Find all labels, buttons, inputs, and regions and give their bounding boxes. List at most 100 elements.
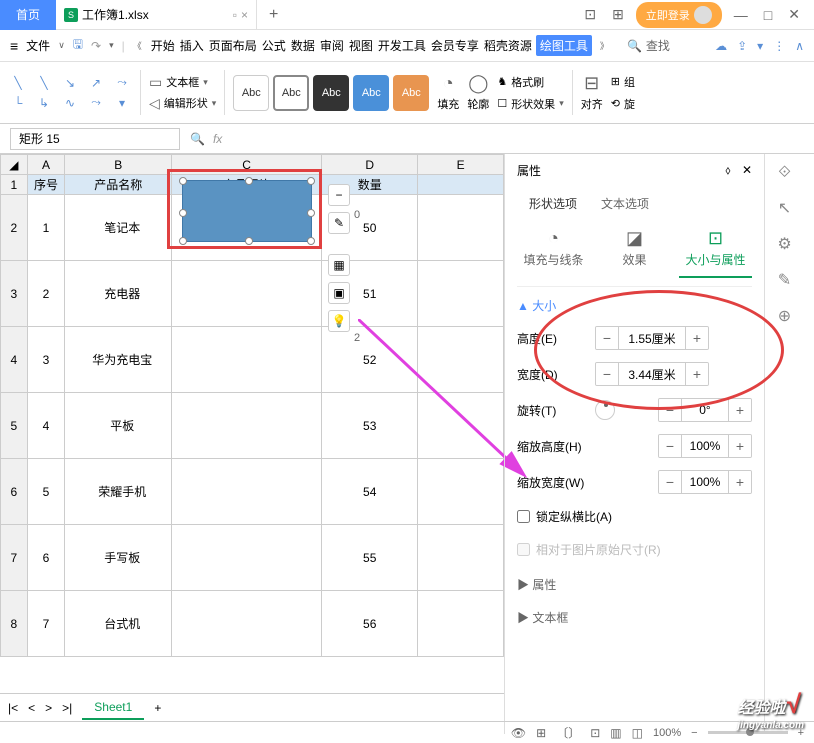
row-3[interactable]: 3 [1, 261, 28, 327]
resize-handle[interactable] [245, 237, 253, 245]
header-seq[interactable]: 序号 [27, 175, 64, 195]
lock-aspect-checkbox[interactable]: 锁定纵横比(A) [517, 500, 752, 533]
menu-resources[interactable]: 稻壳资源 [483, 35, 533, 56]
expand-icon[interactable]: ∧ [795, 39, 804, 53]
cell[interactable]: 3 [27, 327, 64, 393]
layout-icon[interactable]: ⊡ [580, 2, 600, 27]
cell[interactable]: 5 [27, 459, 64, 525]
grid-icon[interactable]: ⊞ [608, 2, 628, 27]
cell[interactable] [418, 195, 504, 261]
height-input[interactable] [618, 327, 686, 349]
cell-reference-input[interactable] [10, 128, 180, 150]
cell[interactable]: 6 [27, 525, 64, 591]
scale-height-stepper[interactable]: − + [658, 434, 752, 458]
share-icon[interactable]: ⇪ [737, 39, 747, 53]
row-6[interactable]: 6 [1, 459, 28, 525]
menu-member[interactable]: 会员专享 [430, 35, 480, 56]
fx-icon[interactable]: fx [213, 132, 222, 146]
redo-icon[interactable]: ↷ [91, 39, 101, 53]
add-sheet-icon[interactable]: + [154, 701, 161, 715]
view-mode-3-icon[interactable]: ◫ [632, 726, 643, 740]
prev-sheet-icon[interactable]: < [28, 701, 35, 715]
cell[interactable] [418, 393, 504, 459]
cell[interactable]: 54 [322, 459, 418, 525]
zoom-out-icon[interactable]: − [691, 727, 697, 739]
view-mode-1-icon[interactable]: ⊡ [590, 726, 600, 740]
increase-button[interactable]: + [729, 471, 751, 493]
cell[interactable]: 手写板 [65, 525, 172, 591]
format-painter-button[interactable]: ♞格式刷 [497, 74, 563, 90]
increase-button[interactable]: + [729, 435, 751, 457]
col-e[interactable]: E [418, 155, 504, 175]
add-icon[interactable]: ⊕ [778, 306, 791, 326]
cell[interactable] [418, 327, 504, 393]
cell[interactable] [172, 327, 322, 393]
minus-icon[interactable]: − [328, 184, 350, 206]
resize-handle[interactable] [179, 209, 187, 217]
rotate-button[interactable]: ⟲旋 [611, 96, 635, 112]
chart-icon[interactable]: ▦ [328, 254, 350, 276]
more-icon[interactable]: ⋮ [773, 39, 785, 53]
increase-button[interactable]: + [686, 327, 708, 349]
cell[interactable]: 53 [322, 393, 418, 459]
cloud-icon[interactable]: ☁ [715, 39, 727, 53]
subtab-size-props[interactable]: ⊡大小与属性 [679, 220, 752, 278]
resize-handle[interactable] [179, 237, 187, 245]
subtab-fill[interactable]: ◔填充与线条 [517, 220, 590, 278]
cell[interactable] [418, 591, 504, 657]
row-1[interactable]: 1 [1, 175, 28, 195]
width-input[interactable] [618, 363, 686, 385]
maximize-icon[interactable]: □ [760, 3, 776, 27]
edit-shape-button[interactable]: ◁编辑形状▾ [149, 95, 216, 112]
tab-text-options[interactable]: 文本选项 [601, 195, 649, 212]
cell[interactable]: 4 [27, 393, 64, 459]
style-preset-1[interactable]: Abc [233, 75, 269, 111]
tab-shape-options[interactable]: 形状选项 [529, 195, 577, 212]
rocket-icon[interactable]: ⟐ [778, 164, 791, 182]
bracket-icon[interactable]: 〔〕 [556, 724, 580, 741]
section-props[interactable]: ▶ 属性 [517, 566, 752, 599]
header-name[interactable]: 产品名称 [65, 175, 172, 195]
zoom-lens-icon[interactable]: 🔍 [190, 132, 205, 146]
last-sheet-icon[interactable]: >| [62, 701, 72, 715]
resize-handle[interactable] [307, 209, 315, 217]
minimize-icon[interactable]: — [730, 3, 752, 27]
resize-handle[interactable] [245, 177, 253, 185]
edit-icon[interactable]: ✎ [778, 270, 791, 290]
scale-width-stepper[interactable]: − + [658, 470, 752, 494]
section-textbox[interactable]: ▶ 文本框 [517, 599, 752, 632]
nav-left-icon[interactable]: 《 [133, 39, 142, 52]
row-8[interactable]: 8 [1, 591, 28, 657]
menu-devtools[interactable]: 开发工具 [377, 35, 427, 56]
menu-start[interactable]: 开始 [150, 35, 176, 56]
chevron-down-icon[interactable]: ▾ [109, 40, 114, 51]
cell[interactable]: 笔记本 [65, 195, 172, 261]
rotate-input[interactable] [681, 399, 729, 421]
sheet-tab[interactable]: Sheet1 [82, 696, 144, 720]
nav-right-icon[interactable]: 》 [600, 39, 609, 52]
cell[interactable]: 充电器 [65, 261, 172, 327]
cell[interactable]: 7 [27, 591, 64, 657]
group-button[interactable]: ⊞组 [611, 74, 635, 90]
style-preset-3[interactable]: Abc [313, 75, 349, 111]
decrease-button[interactable]: − [659, 471, 681, 493]
pencil-icon[interactable]: ✎ [328, 212, 350, 234]
align-button[interactable]: ⊟对齐 [581, 73, 603, 112]
cell[interactable] [418, 261, 504, 327]
view-mode-2-icon[interactable]: ▥ [610, 726, 621, 740]
row-5[interactable]: 5 [1, 393, 28, 459]
width-stepper[interactable]: − + [595, 362, 709, 386]
col-d[interactable]: D [322, 155, 418, 175]
decrease-button[interactable]: − [659, 435, 681, 457]
menu-view[interactable]: 视图 [348, 35, 374, 56]
menu-review[interactable]: 审阅 [319, 35, 345, 56]
cell[interactable]: 56 [322, 591, 418, 657]
increase-button[interactable]: + [729, 399, 751, 421]
first-sheet-icon[interactable]: |< [8, 701, 18, 715]
row-7[interactable]: 7 [1, 525, 28, 591]
document-tab[interactable]: S 工作簿1.xlsx ▫ × [56, 0, 257, 30]
pin-icon[interactable]: ⬨ [725, 163, 730, 177]
style-preset-4[interactable]: Abc [353, 75, 389, 111]
scale-width-input[interactable] [681, 471, 729, 493]
menu-layout[interactable]: 页面布局 [208, 35, 258, 56]
